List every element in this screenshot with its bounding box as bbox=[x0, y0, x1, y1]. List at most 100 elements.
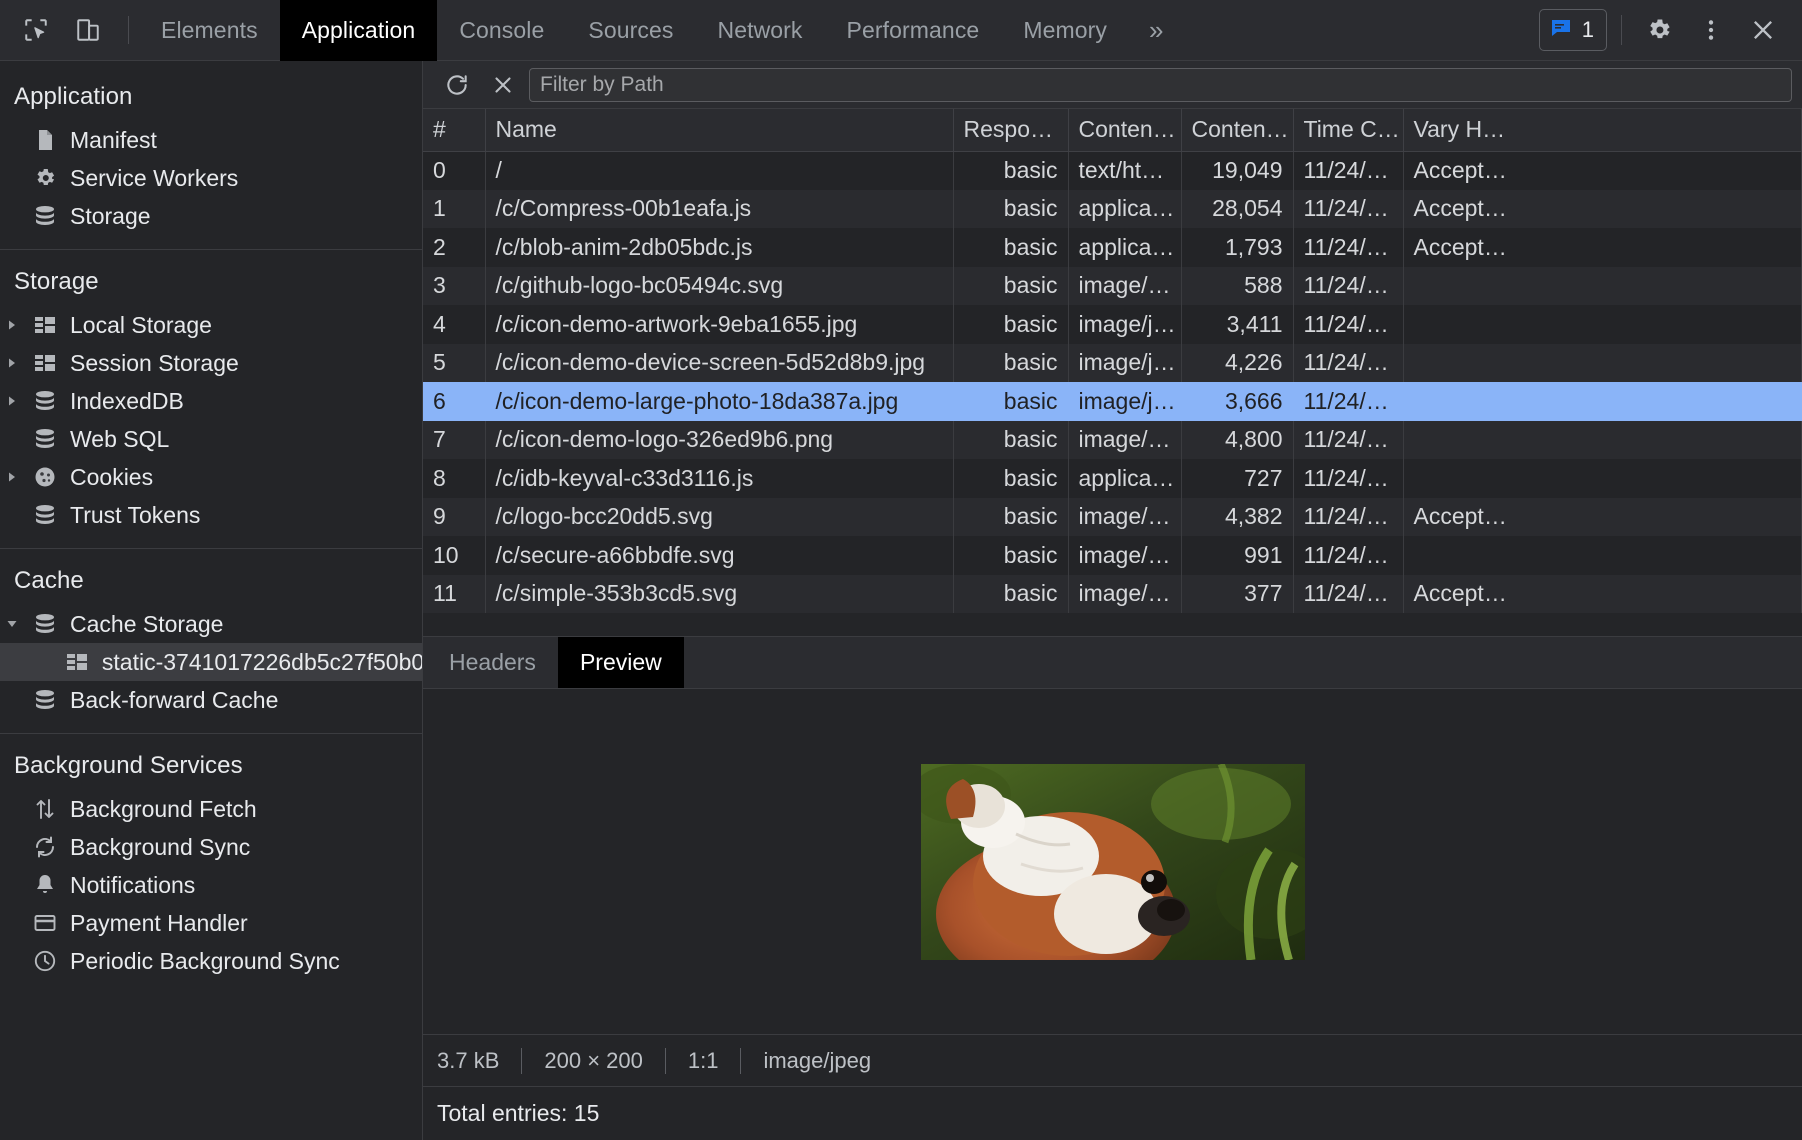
sidebar-item-notifications[interactable]: Notifications bbox=[0, 866, 422, 904]
cell-time-cached: 11/24/… bbox=[1293, 459, 1403, 498]
sidebar-item-label: Session Storage bbox=[70, 350, 239, 377]
tab-performance[interactable]: Performance bbox=[825, 0, 1002, 61]
cookie-icon bbox=[32, 464, 58, 490]
sidebar-item-label: Service Workers bbox=[70, 165, 238, 192]
cell-response-type: basic bbox=[953, 190, 1068, 229]
cell-index: 0 bbox=[423, 151, 485, 190]
tab-headers[interactable]: Headers bbox=[427, 637, 558, 688]
table-row[interactable]: 1/c/Compress-00b1eafa.jsbasicapplica…28,… bbox=[423, 190, 1802, 229]
column-header-name[interactable]: Name bbox=[485, 109, 953, 151]
table-row[interactable]: 3/c/github-logo-bc05494c.svgbasicimage/…… bbox=[423, 267, 1802, 306]
column-header-response-type[interactable]: Respo… bbox=[953, 109, 1068, 151]
close-icon[interactable] bbox=[1740, 7, 1786, 53]
sidebar-item-periodic-background-sync[interactable]: Periodic Background Sync bbox=[0, 942, 422, 980]
chevrons-right-icon: » bbox=[1149, 15, 1164, 46]
sidebar-section-title: Storage bbox=[0, 262, 422, 306]
table-row[interactable]: 9/c/logo-bcc20dd5.svgbasicimage/…4,38211… bbox=[423, 498, 1802, 537]
tab-application[interactable]: Application bbox=[280, 0, 438, 61]
delete-x-icon[interactable] bbox=[483, 65, 523, 105]
table-row[interactable]: 10/c/secure-a66bbdfe.svgbasicimage/…9911… bbox=[423, 536, 1802, 575]
cell-index: 11 bbox=[423, 575, 485, 614]
tree-spacer bbox=[4, 904, 20, 942]
table-row[interactable]: 4/c/icon-demo-artwork-9eba1655.jpgbasici… bbox=[423, 305, 1802, 344]
sidebar-section: StorageLocal Storage Session Storage Index… bbox=[0, 250, 422, 549]
sidebar-section-title: Application bbox=[0, 77, 422, 121]
tree-spacer bbox=[4, 420, 20, 458]
cell-content-length: 4,800 bbox=[1181, 421, 1293, 460]
sidebar-item-static-3741017226db5c27f50b0[interactable]: static-3741017226db5c27f50b0 bbox=[0, 643, 422, 681]
column-header-vary-header[interactable]: Vary H… bbox=[1403, 109, 1802, 151]
sidebar-item-storage[interactable]: Storage bbox=[0, 197, 422, 235]
tab-sources[interactable]: Sources bbox=[566, 0, 695, 61]
cell-index: 1 bbox=[423, 190, 485, 229]
tree-spacer bbox=[4, 681, 20, 719]
tab-console[interactable]: Console bbox=[437, 0, 566, 61]
sidebar-item-payment-handler[interactable]: Payment Handler bbox=[0, 904, 422, 942]
sidebar-item-background-fetch[interactable]: Background Fetch bbox=[0, 790, 422, 828]
cell-content-length: 4,226 bbox=[1181, 344, 1293, 383]
sidebar-item-cache-storage[interactable]: Cache Storage bbox=[0, 605, 422, 643]
sidebar-item-label: static-3741017226db5c27f50b0 bbox=[102, 649, 422, 676]
toolbar-divider-right bbox=[1621, 15, 1622, 45]
sidebar-item-session-storage[interactable]: Session Storage bbox=[0, 344, 422, 382]
cell-vary-header: Accept… bbox=[1403, 190, 1802, 229]
cell-time-cached: 11/24/… bbox=[1293, 151, 1403, 190]
sidebar-item-manifest[interactable]: Manifest bbox=[0, 121, 422, 159]
more-tabs-button[interactable]: » bbox=[1129, 0, 1184, 61]
table-row[interactable]: 7/c/icon-demo-logo-326ed9b6.pngbasicimag… bbox=[423, 421, 1802, 460]
cell-name: /c/blob-anim-2db05bdc.js bbox=[485, 228, 953, 267]
sidebar-item-local-storage[interactable]: Local Storage bbox=[0, 306, 422, 344]
cell-content-length: 3,411 bbox=[1181, 305, 1293, 344]
inspect-cursor-icon[interactable] bbox=[14, 8, 58, 52]
database-icon bbox=[32, 502, 58, 528]
tab-label: Network bbox=[717, 17, 802, 44]
meta-ratio: 1:1 bbox=[666, 1048, 741, 1074]
bell-icon bbox=[32, 872, 58, 898]
sidebar-item-cookies[interactable]: Cookies bbox=[0, 458, 422, 496]
table-header-row: # Name Respo… Conten… Conten… Time C… Va… bbox=[423, 109, 1802, 151]
table-row[interactable]: 5/c/icon-demo-device-screen-5d52d8b9.jpg… bbox=[423, 344, 1802, 383]
gear-icon[interactable] bbox=[1636, 7, 1682, 53]
three-dots-vertical-icon[interactable] bbox=[1688, 7, 1734, 53]
cell-index: 8 bbox=[423, 459, 485, 498]
refresh-icon[interactable] bbox=[437, 65, 477, 105]
tab-network[interactable]: Network bbox=[695, 0, 824, 61]
column-header-content-type[interactable]: Conten… bbox=[1068, 109, 1181, 151]
issues-badge[interactable]: 1 bbox=[1539, 9, 1607, 51]
sidebar-item-back-forward-cache[interactable]: Back-forward Cache bbox=[0, 681, 422, 719]
cell-vary-header: Accept… bbox=[1403, 228, 1802, 267]
sidebar-item-service-workers[interactable]: Service Workers bbox=[0, 159, 422, 197]
filter-input[interactable] bbox=[529, 68, 1792, 102]
sidebar-item-trust-tokens[interactable]: Trust Tokens bbox=[0, 496, 422, 534]
meta-dimensions: 200 × 200 bbox=[522, 1048, 664, 1074]
panel-tabs: Elements Application Console Sources Net… bbox=[139, 0, 1184, 61]
devtools-toolbar: Elements Application Console Sources Net… bbox=[0, 0, 1802, 61]
chevron-right-icon[interactable] bbox=[4, 458, 20, 496]
chevron-right-icon[interactable] bbox=[4, 344, 20, 382]
table-row[interactable]: 2/c/blob-anim-2db05bdc.jsbasicapplica…1,… bbox=[423, 228, 1802, 267]
column-header-content-length[interactable]: Conten… bbox=[1181, 109, 1293, 151]
tab-memory[interactable]: Memory bbox=[1001, 0, 1129, 61]
chevron-right-icon[interactable] bbox=[4, 382, 20, 420]
table-row[interactable]: 6/c/icon-demo-large-photo-18da387a.jpgba… bbox=[423, 382, 1802, 421]
column-header-time-cached[interactable]: Time C… bbox=[1293, 109, 1403, 151]
tab-elements[interactable]: Elements bbox=[139, 0, 280, 61]
sidebar-item-indexeddb[interactable]: IndexedDB bbox=[0, 382, 422, 420]
sidebar-item-background-sync[interactable]: Background Sync bbox=[0, 828, 422, 866]
sidebar-item-web-sql[interactable]: Web SQL bbox=[0, 420, 422, 458]
tab-preview[interactable]: Preview bbox=[558, 637, 684, 688]
cell-name: /c/idb-keyval-c33d3116.js bbox=[485, 459, 953, 498]
column-header-index[interactable]: # bbox=[423, 109, 485, 151]
cell-content-length: 991 bbox=[1181, 536, 1293, 575]
tree-spacer bbox=[4, 790, 20, 828]
device-toolbar-icon[interactable] bbox=[66, 8, 110, 52]
total-entries-label: Total entries: 15 bbox=[437, 1100, 599, 1127]
table-row[interactable]: 11/c/simple-353b3cd5.svgbasicimage/…3771… bbox=[423, 575, 1802, 614]
table-row[interactable]: 8/c/idb-keyval-c33d3116.jsbasicapplica…7… bbox=[423, 459, 1802, 498]
chevron-down-icon[interactable] bbox=[4, 605, 20, 643]
sidebar-section: ApplicationManifest Service Workers Storag… bbox=[0, 65, 422, 250]
cell-index: 4 bbox=[423, 305, 485, 344]
cache-entries-table-wrapper[interactable]: # Name Respo… Conten… Conten… Time C… Va… bbox=[423, 109, 1802, 636]
table-row[interactable]: 0/basictext/ht…19,04911/24/…Accept… bbox=[423, 151, 1802, 190]
chevron-right-icon[interactable] bbox=[4, 306, 20, 344]
